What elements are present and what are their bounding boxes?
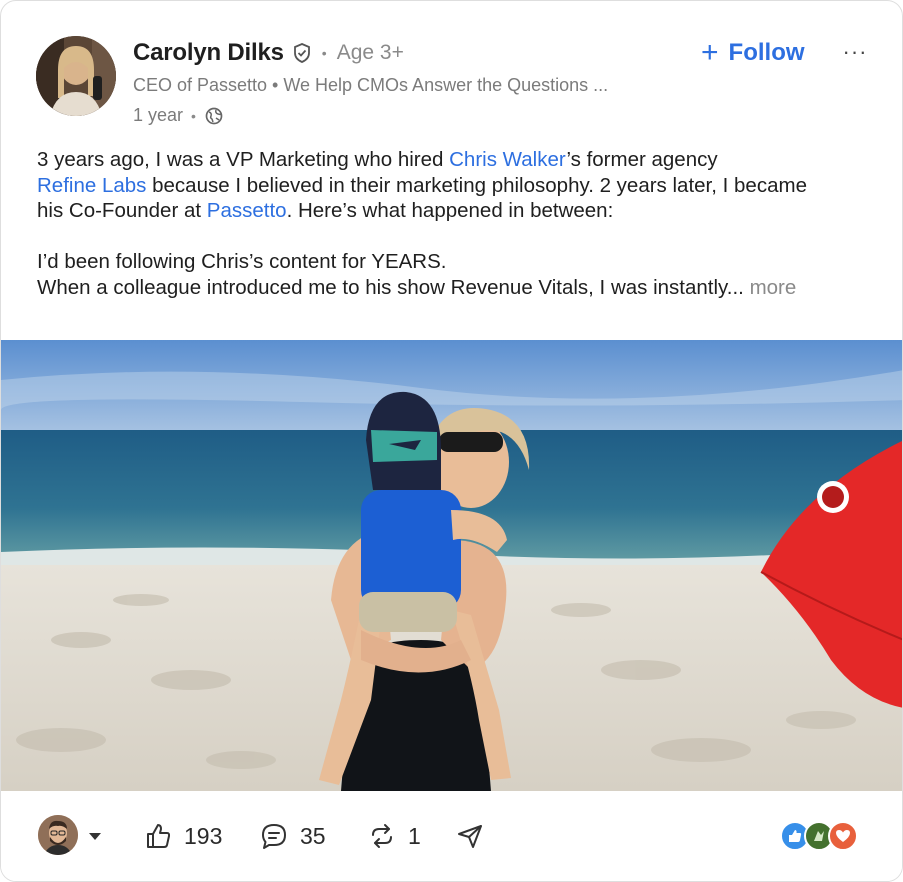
author-photo [36, 36, 116, 116]
author-name-row: Carolyn Dilks • Age 3+ [133, 37, 404, 69]
reaction-summary[interactable] [780, 821, 862, 851]
post-line: I’d been following Chris’s content for Y… [37, 250, 447, 273]
love-reaction-icon [828, 821, 858, 851]
see-more-link[interactable]: more [750, 276, 797, 299]
post-time: 1 year [133, 105, 184, 125]
post-image[interactable] [1, 340, 902, 791]
follow-label: Follow [728, 39, 805, 66]
repost-button[interactable]: 1 [368, 819, 421, 853]
viewer-photo [38, 815, 78, 855]
author-age: Age 3+ [336, 41, 404, 64]
like-button[interactable]: 193 [144, 819, 222, 853]
post-meta: 1 year • [133, 105, 224, 126]
post-line: When a colleague introduced me to his sh… [37, 275, 797, 299]
post-body: 3 years ago, I was a VP Marketing who hi… [37, 147, 877, 300]
author-name[interactable]: Carolyn Dilks [133, 39, 284, 67]
post-card: Carolyn Dilks • Age 3+ CEO of Passetto •… [0, 0, 903, 882]
repost-icon [368, 822, 396, 850]
separator-dot: • [321, 45, 327, 61]
more-options-icon[interactable]: ··· [839, 39, 871, 64]
plus-icon: + [701, 36, 719, 69]
post-line: his Co-Founder at Passetto. Here’s what … [37, 199, 614, 222]
follow-button[interactable]: + Follow [701, 35, 805, 71]
mention-refine-labs[interactable]: Refine Labs [37, 174, 146, 197]
post-actions-bar: 193 35 1 [1, 791, 902, 881]
send-button[interactable] [456, 819, 484, 853]
post-line: Refine Labs because I believed in their … [37, 173, 807, 197]
beach-photo [1, 340, 902, 791]
author-headline: CEO of Passetto • We Help CMOs Answer th… [133, 75, 609, 95]
author-avatar[interactable] [36, 36, 116, 116]
comment-count: 35 [300, 822, 326, 849]
like-count: 193 [184, 822, 223, 849]
comment-button[interactable]: 35 [260, 819, 326, 853]
mention-passetto[interactable]: Passetto [207, 199, 287, 222]
repost-count: 1 [408, 822, 421, 849]
chevron-down-icon[interactable] [87, 829, 103, 841]
comment-icon [260, 822, 288, 850]
thumbs-up-icon [144, 822, 172, 850]
viewer-avatar[interactable] [38, 815, 78, 855]
mention-chris-walker[interactable]: Chris Walker [449, 148, 566, 171]
shield-check-icon [292, 42, 312, 64]
globe-icon [204, 106, 224, 126]
post-line: 3 years ago, I was a VP Marketing who hi… [37, 148, 718, 171]
send-icon [456, 822, 484, 850]
separator-dot: • [191, 107, 196, 124]
